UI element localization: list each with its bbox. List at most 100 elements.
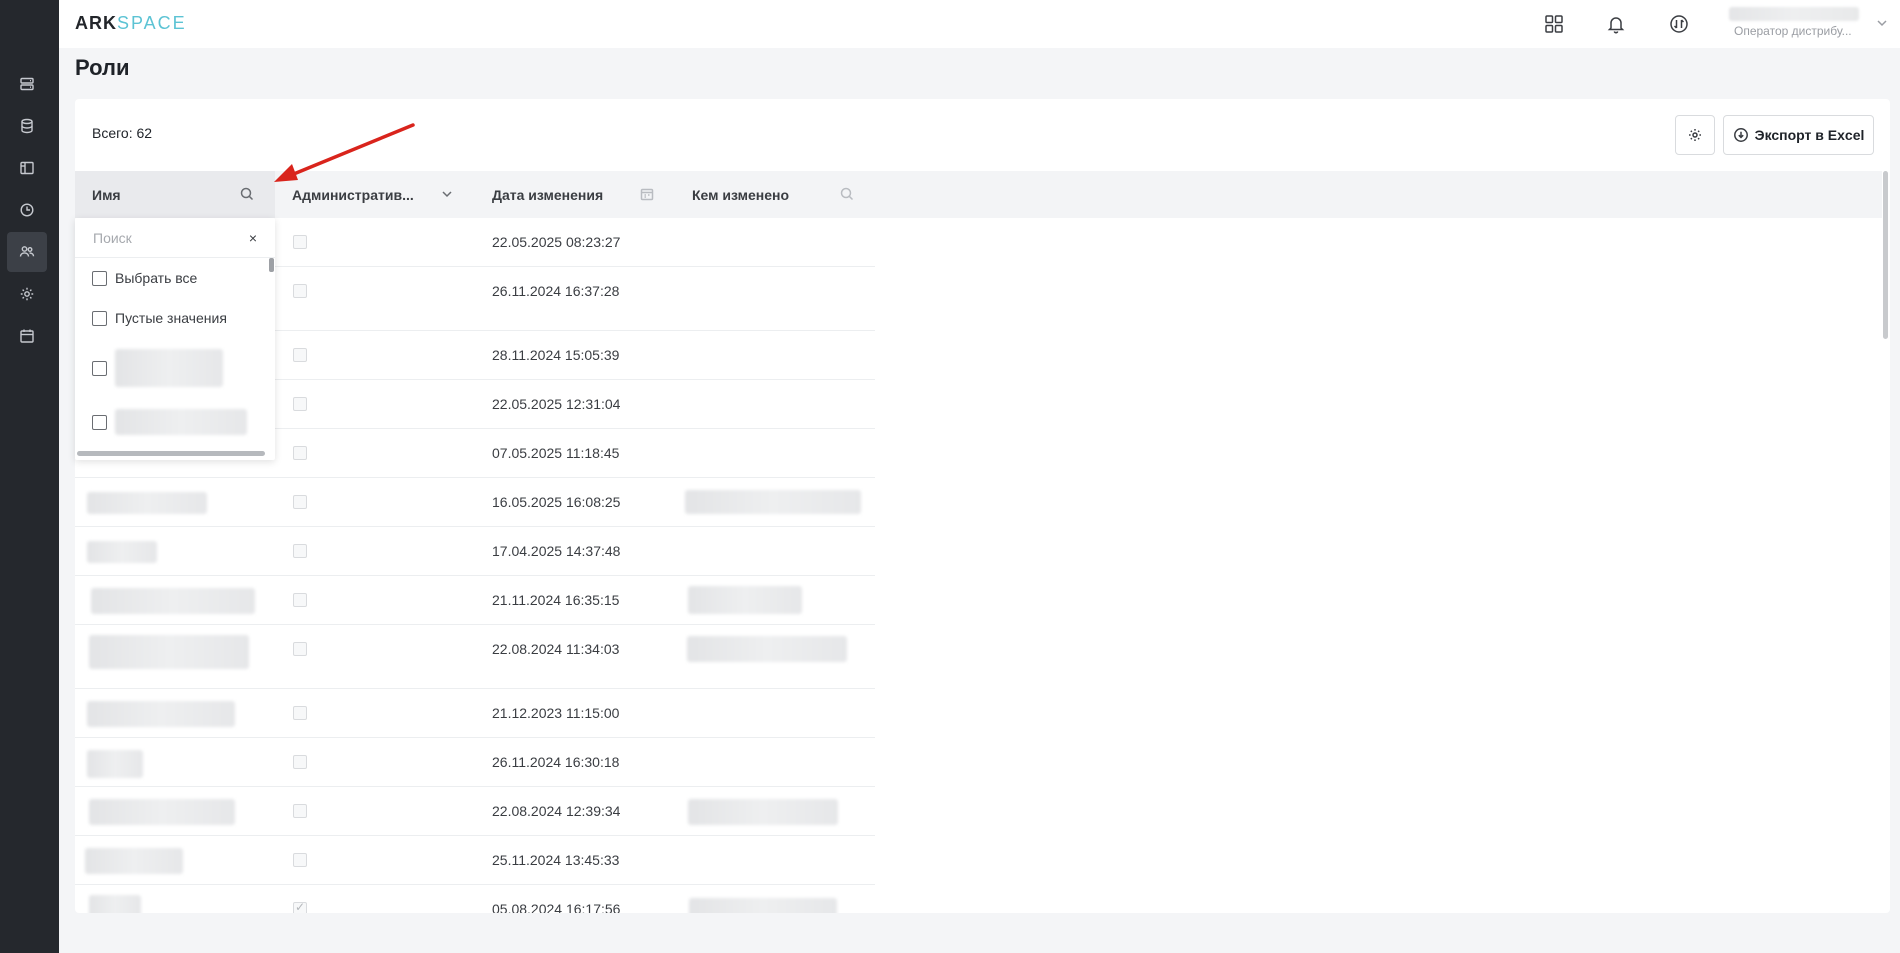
sidebar-item-servers[interactable] [7,64,47,104]
table-row[interactable]: 22.08.2024 11:34:03 [75,625,875,689]
sidebar-item-calendar[interactable] [7,316,47,356]
date-cell: 22.05.2025 12:31:04 [492,396,621,412]
page-title: Роли [75,55,130,80]
role-name-redacted [87,541,157,563]
sidebar-item-settings[interactable] [7,274,47,314]
role-name-redacted [87,750,143,778]
gear-icon [1689,129,1701,141]
filter-option-empty-values[interactable]: Пустые значения [92,308,227,328]
user-menu-chevron[interactable] [1875,16,1889,30]
admin-filter-button[interactable] [440,187,456,203]
admin-checkbox [293,804,307,818]
role-name-redacted [85,848,183,874]
table-row[interactable]: 21.11.2024 16:35:15 [75,576,875,625]
filter-option-label-redacted [115,349,223,387]
logo-space: SPACE [117,13,187,33]
sidebar-item-users[interactable] [7,232,47,272]
admin-checkbox [293,284,307,298]
date-cell: 28.11.2024 15:05:39 [492,347,620,363]
name-filter-dropdown: × Выбрать все Пустые значения [75,218,275,460]
layout-icon [20,161,34,175]
table-row[interactable]: 05.08.2024 16:17:56 [75,885,875,913]
date-cell: 16.05.2025 16:08:25 [492,494,621,510]
filter-option[interactable] [92,348,223,388]
admin-checkbox [293,853,307,867]
total-count: Всего: 62 [92,125,153,141]
select-all-checkbox[interactable] [92,270,107,286]
annotation-arrow-icon [274,123,415,182]
changed-by-redacted [689,898,837,913]
admin-checkbox [293,348,307,362]
empty-values-checkbox[interactable] [92,310,107,326]
filter-search-input[interactable] [93,228,243,248]
user-menu[interactable]: Оператор дистрибу... [1729,7,1899,41]
sidebar-item-database[interactable] [7,106,47,146]
filter-list-horizontal-scrollbar[interactable] [77,451,265,456]
export-excel-button[interactable]: Экспорт в Excel [1723,115,1874,155]
column-header-name[interactable]: Имя [92,171,121,218]
export-excel-label: Экспорт в Excel [1754,127,1865,143]
table-row[interactable]: 21.12.2023 11:15:00 [75,689,875,738]
date-cell: 21.11.2024 16:35:15 [492,592,620,608]
date-cell: 22.08.2024 11:34:03 [492,641,620,657]
admin-checkbox [293,446,307,460]
column-header-date[interactable]: Дата изменения [492,171,603,218]
table-row[interactable]: 17.04.2025 14:37:48 [75,527,875,576]
database-icon [21,118,33,134]
date-cell: 07.05.2025 11:18:45 [492,445,620,461]
clear-search-button[interactable]: × [245,230,261,246]
admin-checkbox [293,755,307,769]
date-cell: 25.11.2024 13:45:33 [492,852,620,868]
search-icon [240,187,254,201]
gear-icon [20,287,34,301]
changed-by-redacted [687,636,847,662]
chevron-down-icon [442,191,452,198]
clock-icon [20,203,34,217]
apps-grid-icon [1545,15,1563,33]
calendar-icon [640,188,654,201]
admin-checkbox [293,235,307,249]
column-header-changed-by[interactable]: Кем изменено [692,171,789,218]
select-all-label: Выбрать все [115,270,198,286]
filter-search-box: × [75,218,275,258]
filter-option-select-all[interactable]: Выбрать все [92,268,197,288]
download-icon [1733,128,1748,142]
date-cell: 21.12.2023 11:15:00 [492,705,620,721]
table-row[interactable]: 22.08.2024 12:39:34 [75,787,875,836]
user-role: Оператор дистрибу... [1734,24,1852,38]
changed-by-redacted [688,799,838,825]
filter-option[interactable] [92,408,247,436]
role-name-redacted [89,635,249,669]
users-icon [19,246,35,257]
table-row[interactable]: 26.11.2024 16:30:18 [75,738,875,787]
server-icon [20,77,34,91]
date-cell: 22.05.2025 08:23:27 [492,234,621,250]
admin-checkbox [293,642,307,656]
filter-list-scrollbar[interactable] [269,258,274,272]
app-logo[interactable]: ARKSPACE [75,13,187,34]
role-name-redacted [87,701,235,727]
name-filter-button[interactable] [240,187,256,203]
admin-checkbox [293,397,307,411]
table-row[interactable]: 16.05.2025 16:08:25 [75,478,875,527]
sidebar-item-history[interactable] [7,190,47,230]
date-filter-button[interactable] [640,187,656,203]
table-row[interactable]: 25.11.2024 13:45:33 [75,836,875,885]
sidebar-item-layout[interactable] [7,148,47,188]
sync-button[interactable] [1665,10,1693,38]
calendar-icon [20,329,34,343]
changed-by-redacted [688,586,802,614]
date-cell: 22.08.2024 12:39:34 [492,803,621,819]
filter-option-label-redacted [115,409,247,435]
apps-button[interactable] [1540,10,1568,38]
admin-checkbox [293,593,307,607]
changed-by-filter-button[interactable] [840,187,856,203]
role-name-redacted [89,799,235,825]
date-cell: 05.08.2024 16:17:56 [492,901,621,913]
notifications-button[interactable] [1602,10,1630,38]
filter-option-checkbox[interactable] [92,360,107,376]
user-name-redacted [1729,7,1859,21]
table-scrollbar-thumb[interactable] [1883,171,1888,339]
table-settings-button[interactable] [1675,115,1715,155]
filter-option-checkbox[interactable] [92,414,107,430]
